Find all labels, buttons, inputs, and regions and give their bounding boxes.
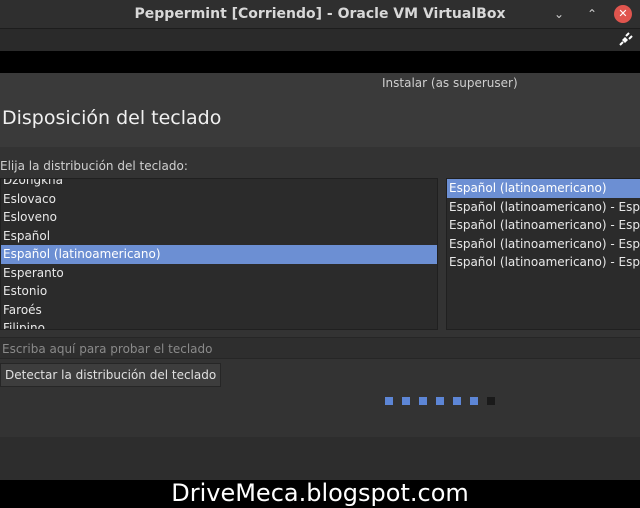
installer-window-title: Instalar (as superuser) — [382, 76, 518, 90]
layout-list[interactable]: Dzongkha Eslovaco Esloveno Español Españ… — [0, 178, 438, 330]
list-item-selected[interactable]: Español (latinoamericano) — [1, 245, 437, 264]
detect-layout-button[interactable]: Detectar la distribución del teclado — [0, 363, 222, 387]
variant-list[interactable]: Español (latinoamericano) Español (latin… — [446, 178, 640, 330]
progress-dot-complete — [470, 397, 478, 405]
progress-dot-complete — [436, 397, 444, 405]
progress-indicator — [385, 390, 504, 405]
minimize-button[interactable]: ⌄ — [550, 5, 568, 23]
installer-header: Instalar (as superuser) Disposición del … — [0, 73, 640, 147]
vm-toolbar — [0, 29, 640, 51]
list-item[interactable]: Dzongkha — [1, 179, 437, 190]
progress-dot-complete — [385, 397, 393, 405]
progress-dot-complete — [402, 397, 410, 405]
variant-item[interactable]: Español (latinoamericano) - Españ — [447, 253, 640, 272]
variant-item[interactable]: Español (latinoamericano) - Españ — [447, 198, 640, 217]
progress-dot-pending — [487, 397, 495, 405]
plug-icon[interactable] — [616, 31, 634, 49]
list-item[interactable]: Esperanto — [1, 264, 437, 283]
list-item[interactable]: Faroés — [1, 301, 437, 320]
watermark-text: DriveMeca.blogspot.com — [171, 479, 469, 507]
list-item[interactable]: Español — [1, 227, 437, 246]
variant-item-selected[interactable]: Español (latinoamericano) — [447, 179, 640, 198]
test-field-container — [0, 337, 640, 359]
window-title: Peppermint [Corriendo] - Oracle VM Virtu… — [134, 6, 506, 22]
watermark-bar: DriveMeca.blogspot.com — [0, 480, 640, 508]
list-item[interactable]: Estonio — [1, 282, 437, 301]
progress-dot-complete — [419, 397, 427, 405]
restore-button[interactable]: ⌃ — [583, 5, 601, 23]
layout-prompt-label: Elija la distribución del teclado: — [0, 159, 188, 173]
keyboard-test-input[interactable] — [0, 340, 638, 358]
vm-screen: Instalar (as superuser) Disposición del … — [0, 73, 640, 480]
close-button[interactable]: ✕ — [614, 5, 632, 23]
list-item[interactable]: Esloveno — [1, 208, 437, 227]
list-item[interactable]: Filipino — [1, 319, 437, 329]
variant-item[interactable]: Español (latinoamericano) - Españ — [447, 235, 640, 254]
variant-item[interactable]: Español (latinoamericano) - Españ — [447, 216, 640, 235]
black-band — [0, 51, 640, 73]
title-bar: Peppermint [Corriendo] - Oracle VM Virtu… — [0, 0, 640, 29]
page-title: Disposición del teclado — [2, 107, 222, 129]
installer-footer — [0, 437, 640, 480]
installer-content: Elija la distribución del teclado: Dzong… — [0, 147, 640, 437]
list-item[interactable]: Eslovaco — [1, 190, 437, 209]
progress-dot-complete — [453, 397, 461, 405]
